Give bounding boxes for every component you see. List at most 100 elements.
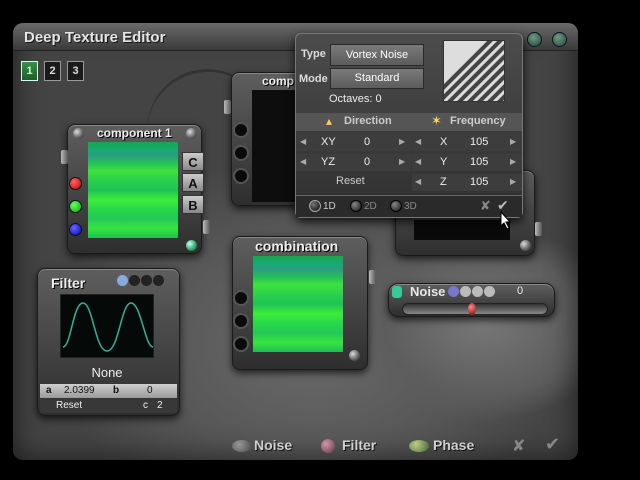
component-1-b-button[interactable]: B	[182, 195, 204, 214]
x-increment-icon[interactable]: ▶	[510, 137, 516, 146]
z-value[interactable]: 105	[470, 176, 488, 188]
sine-wave-icon	[62, 302, 154, 352]
tab-1[interactable]: 1	[21, 61, 38, 81]
mouse-cursor-icon	[500, 211, 512, 230]
component-1-screw-br	[186, 240, 197, 251]
noise-pebble-icon	[232, 440, 252, 452]
yz-increment-icon[interactable]: ▶	[399, 157, 405, 166]
mode-label: Mode	[299, 73, 328, 85]
yz-value[interactable]: 0	[364, 156, 370, 168]
z-increment-icon[interactable]: ▶	[510, 177, 516, 186]
filter-reset-button[interactable]: Reset	[56, 400, 82, 411]
type-label: Type	[301, 48, 326, 60]
yz-label: YZ	[321, 156, 336, 168]
noise-slider-thumb[interactable]	[468, 303, 476, 315]
component-1-right-knob[interactable]	[203, 220, 210, 234]
dim-3d-label: 3D	[404, 201, 417, 212]
z-row[interactable]: ◀ Z 105 ▶	[412, 174, 522, 191]
component-1-screw-tl	[73, 128, 84, 139]
component-2-knob[interactable]	[224, 100, 231, 114]
xy-increment-icon[interactable]: ▶	[399, 137, 405, 146]
combination-input-2[interactable]	[233, 313, 249, 329]
filter-b-value[interactable]: 0	[147, 385, 153, 396]
frequency-label: Frequency	[450, 115, 506, 127]
filter-indicator-dots	[117, 275, 167, 286]
cancel-icon[interactable]: ✘	[512, 436, 525, 456]
input-red-dot[interactable]	[69, 177, 82, 190]
direction-label: Direction	[344, 115, 392, 127]
xy-decrement-icon[interactable]: ◀	[300, 137, 306, 146]
filter-ab-row[interactable]: a 2.0399 b 0	[40, 384, 177, 398]
phase-pebble-icon	[409, 440, 429, 452]
y-label: Y	[440, 156, 448, 168]
component-1-left-knob[interactable]	[61, 150, 68, 164]
filter-reset-row: Reset c 2	[40, 399, 177, 413]
y-row[interactable]: ◀ Y 105 ▶	[412, 154, 522, 171]
hidden-component-screw	[520, 240, 531, 251]
combination-preview	[253, 256, 343, 352]
x-label: X	[440, 136, 448, 148]
mode-select[interactable]: Standard	[330, 68, 424, 89]
dim-2d-label: 2D	[364, 201, 377, 212]
minimize-icon[interactable]	[527, 32, 542, 47]
x-decrement-icon[interactable]: ◀	[415, 137, 421, 146]
dim-1d-label: 1D	[323, 201, 336, 212]
add-filter-button[interactable]: Filter	[342, 437, 376, 453]
x-row[interactable]: ◀ X 105 ▶	[412, 134, 522, 151]
dim-3d-radio[interactable]	[390, 200, 402, 212]
input-blue-dot[interactable]	[69, 223, 82, 236]
noise-status-light	[392, 286, 402, 298]
noise-label: Noise	[410, 284, 446, 299]
filter-c-label: c	[143, 400, 148, 411]
direction-reset-button[interactable]: Reset	[336, 175, 365, 187]
popup-cancel-icon[interactable]: ✘	[480, 198, 491, 214]
component-1-preview	[88, 142, 178, 238]
component-1-screw-tr	[186, 128, 197, 139]
frequency-icon: ✶	[431, 113, 442, 128]
direction-icon: ▴	[326, 114, 333, 128]
xy-label: XY	[321, 136, 336, 148]
xy-row[interactable]: ◀ XY 0 ▶	[296, 134, 411, 151]
ok-icon[interactable]: ✔	[545, 434, 560, 455]
dim-2d-radio[interactable]	[350, 200, 362, 212]
xy-value[interactable]: 0	[364, 136, 370, 148]
filter-title: Filter	[51, 275, 86, 291]
combination-output-knob[interactable]	[369, 270, 376, 284]
add-noise-button[interactable]: Noise	[254, 437, 292, 453]
noise-indicator-dots	[448, 286, 498, 297]
filter-c-value[interactable]: 2	[157, 400, 163, 411]
yz-row[interactable]: ◀ YZ 0 ▶	[296, 154, 411, 171]
combination-input-3[interactable]	[233, 336, 249, 352]
y-increment-icon[interactable]: ▶	[510, 157, 516, 166]
z-label: Z	[440, 176, 447, 188]
filter-a-label: a	[46, 385, 52, 396]
filter-pebble-icon	[321, 439, 335, 453]
filter-b-label: b	[113, 385, 120, 396]
hidden-component-knob[interactable]	[535, 222, 542, 236]
x-value[interactable]: 105	[470, 136, 488, 148]
component-2-title: comp	[262, 74, 295, 88]
combination-input-1[interactable]	[233, 290, 249, 306]
filter-mode-label[interactable]: None	[60, 365, 154, 380]
filter-a-value[interactable]: 2.0399	[64, 385, 95, 396]
add-phase-button[interactable]: Phase	[433, 437, 474, 453]
close-window-icon[interactable]	[552, 32, 567, 47]
window-title: Deep Texture Editor	[24, 29, 166, 46]
tab-3[interactable]: 3	[67, 61, 84, 81]
component-1-title: component 1	[97, 126, 172, 140]
component-2-input-3[interactable]	[233, 168, 249, 184]
component-1-c-button[interactable]: C	[182, 152, 204, 171]
component-2-input-1[interactable]	[233, 122, 249, 138]
z-decrement-icon[interactable]: ◀	[415, 177, 421, 186]
dim-1d-radio[interactable]	[309, 200, 321, 212]
y-value[interactable]: 105	[470, 156, 488, 168]
component-2-input-2[interactable]	[233, 145, 249, 161]
type-select[interactable]: Vortex Noise	[330, 44, 424, 66]
component-1-a-button[interactable]: A	[182, 173, 204, 192]
y-decrement-icon[interactable]: ◀	[415, 157, 421, 166]
combination-screw	[349, 350, 360, 361]
yz-decrement-icon[interactable]: ◀	[300, 157, 306, 166]
tab-2[interactable]: 2	[44, 61, 61, 81]
octaves-field[interactable]: Octaves: 0	[329, 93, 382, 105]
input-green-dot[interactable]	[69, 200, 82, 213]
